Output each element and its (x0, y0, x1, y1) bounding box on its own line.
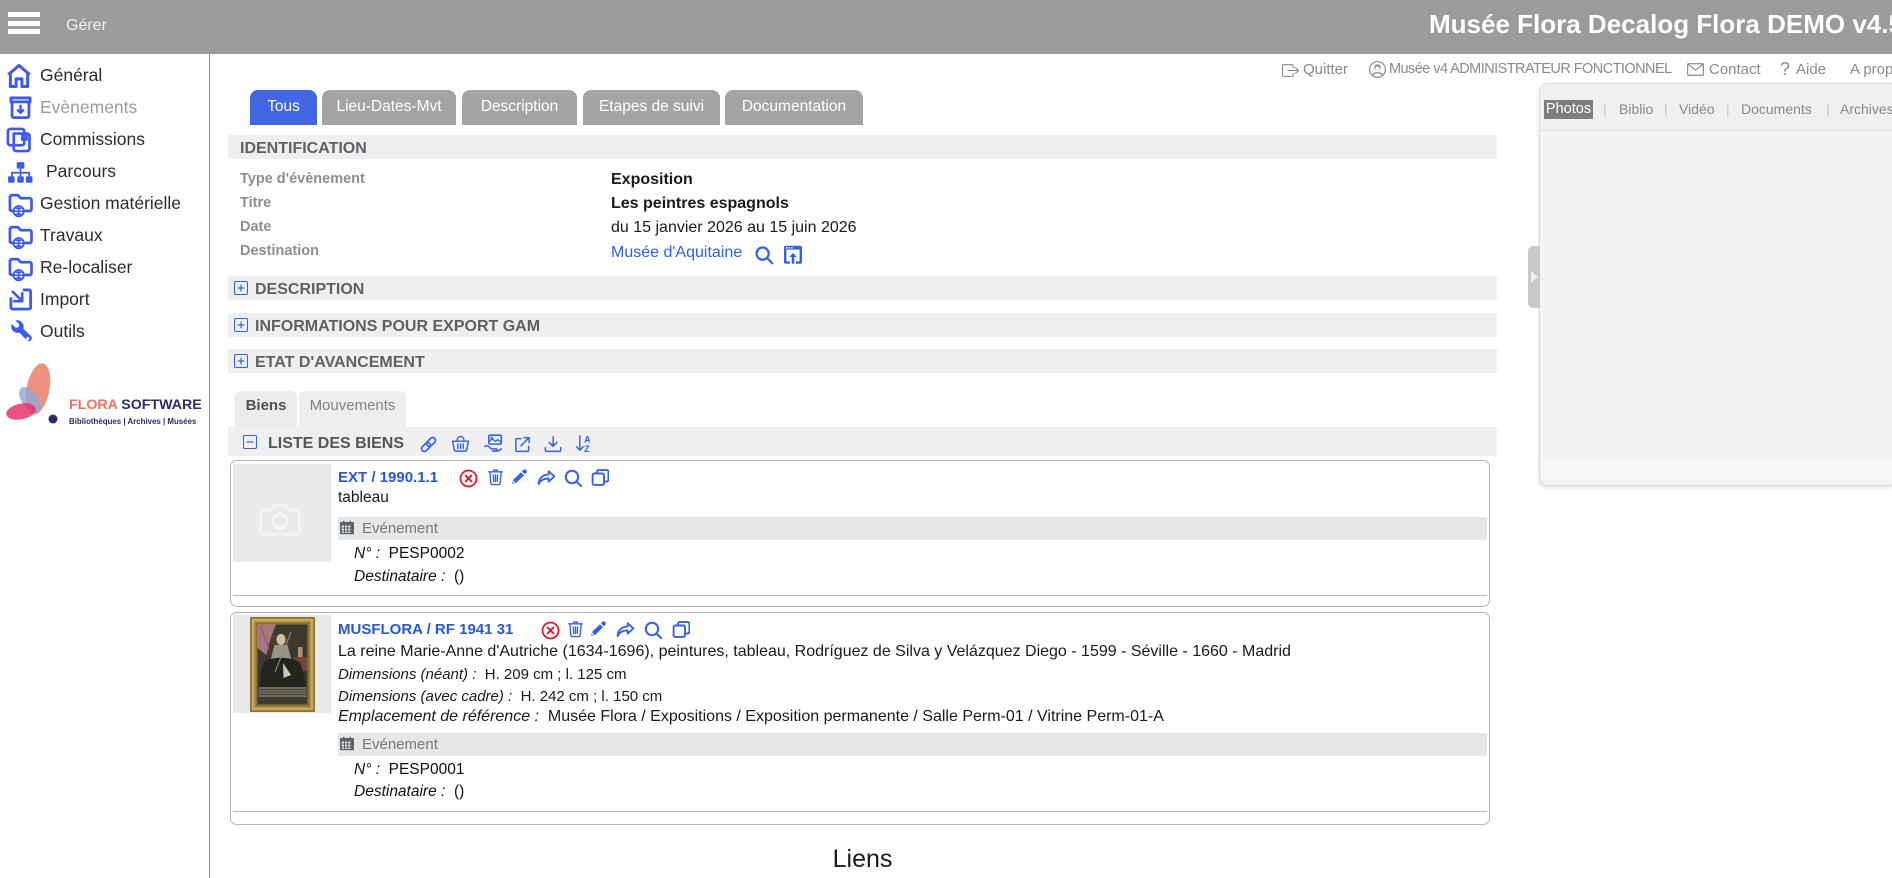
svg-text:Bibliothèques | Archives | Mus: Bibliothèques | Archives | Musées (69, 417, 197, 426)
svg-text:A: A (584, 434, 591, 444)
svg-text:FLORA SOFTWARE: FLORA SOFTWARE (69, 397, 202, 413)
svg-text:Z: Z (584, 444, 590, 453)
